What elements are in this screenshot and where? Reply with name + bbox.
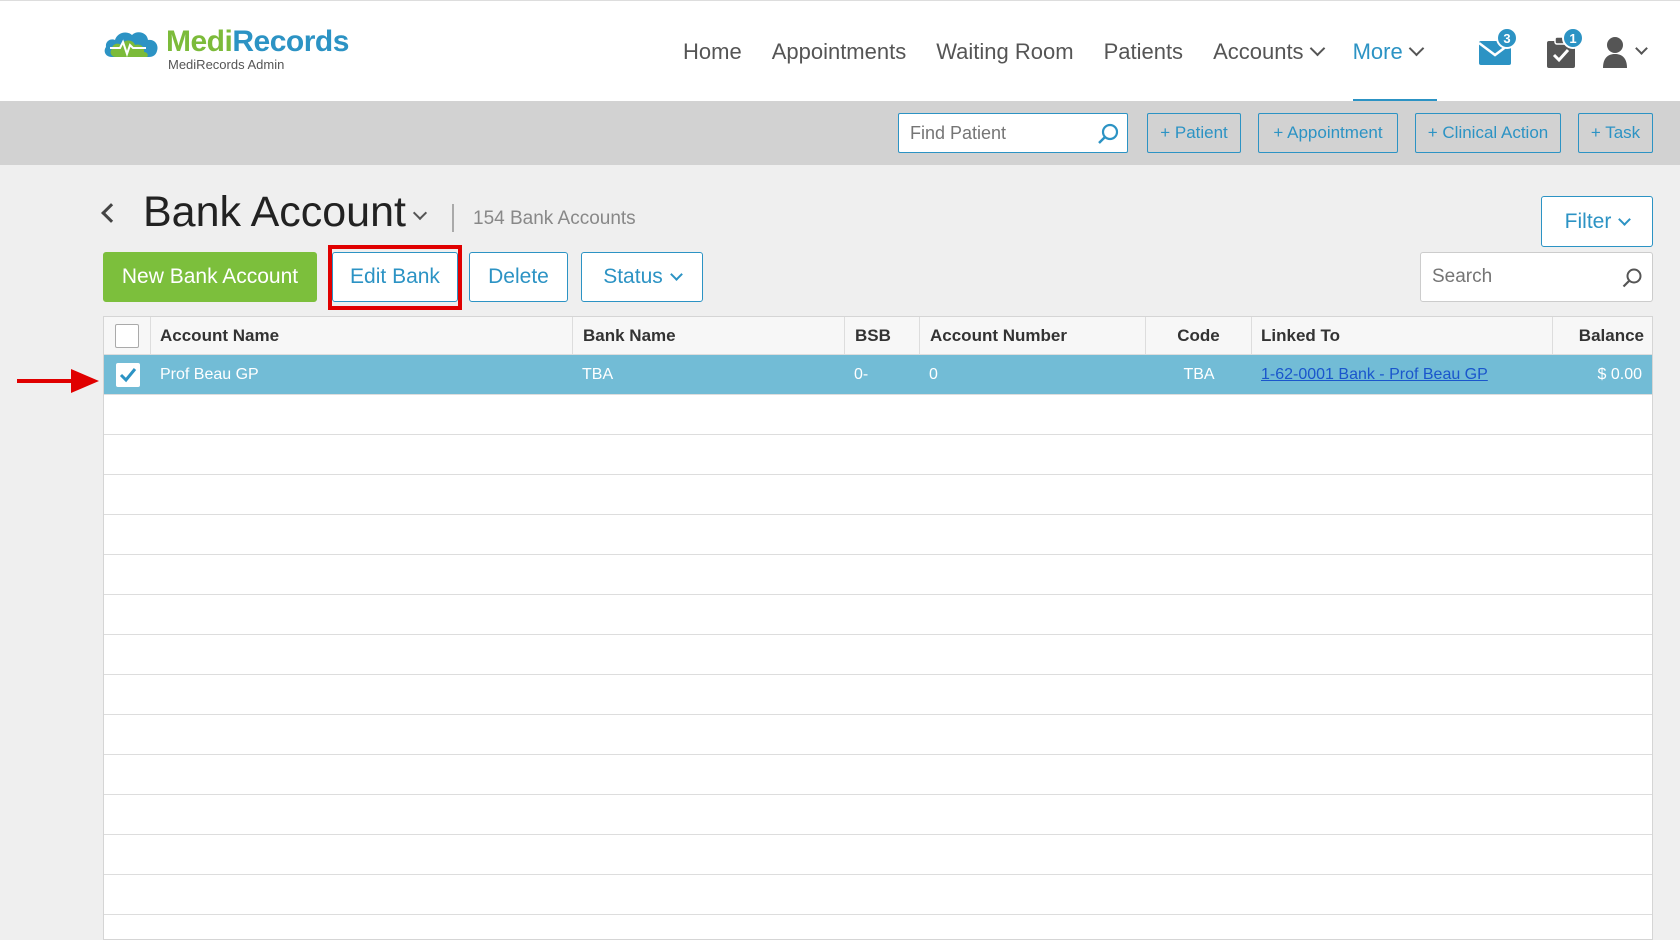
cell-bsb: 0-: [854, 365, 869, 383]
tasks-button[interactable]: 1: [1528, 1, 1594, 102]
filter-button[interactable]: Filter: [1541, 196, 1653, 247]
nav-more[interactable]: More: [1338, 1, 1437, 102]
nav-accounts[interactable]: Accounts: [1198, 1, 1338, 102]
status-label: Status: [603, 265, 663, 288]
column-header-account-number[interactable]: Account Number: [920, 317, 1146, 355]
brand-name: MediRecords: [166, 25, 349, 58]
find-patient-field[interactable]: [898, 113, 1128, 153]
add-clinical-action-button[interactable]: + Clinical Action: [1415, 113, 1561, 153]
top-navigation-bar: MediRecords MediRecords Admin Home Appoi…: [0, 0, 1680, 102]
column-header-bank-name[interactable]: Bank Name: [573, 317, 845, 355]
add-patient-button[interactable]: + Patient: [1147, 113, 1241, 153]
table-row: [104, 875, 1652, 915]
chevron-down-icon[interactable]: [412, 205, 428, 221]
search-icon[interactable]: [1622, 268, 1642, 288]
table-row: [104, 795, 1652, 835]
table-row: [104, 595, 1652, 635]
table-row: [104, 755, 1652, 795]
quick-action-bar: + Patient + Appointment + Clinical Actio…: [0, 101, 1680, 165]
add-appointment-button[interactable]: + Appointment: [1258, 113, 1398, 153]
chevron-down-icon: [669, 268, 683, 281]
add-task-button[interactable]: + Task: [1578, 113, 1653, 153]
table-row: [104, 515, 1652, 555]
record-count: 154 Bank Accounts: [473, 208, 636, 229]
chevron-down-icon: [1618, 212, 1632, 226]
linked-account-link[interactable]: 1-62-0001 Bank - Prof Beau GP: [1261, 366, 1488, 384]
edit-bank-button[interactable]: Edit Bank: [332, 252, 458, 302]
page-title[interactable]: Bank Account: [143, 188, 406, 237]
row-checkbox-cell: [104, 355, 151, 394]
table-header: Account Name Bank Name BSB Account Numbe…: [104, 317, 1652, 355]
checkmark-icon: [119, 367, 136, 382]
table-row: [104, 715, 1652, 755]
nav-appointments[interactable]: Appointments: [757, 1, 922, 102]
filter-label: Filter: [1564, 209, 1612, 233]
column-header-code[interactable]: Code: [1146, 317, 1252, 355]
table-row: [104, 395, 1652, 435]
column-header-account-name[interactable]: Account Name: [151, 317, 573, 355]
table-row: [104, 675, 1652, 715]
cell-account-number: 0: [929, 365, 938, 383]
search-icon[interactable]: [1097, 123, 1119, 145]
select-all-checkbox[interactable]: [115, 324, 139, 348]
cell-account-name: Prof Beau GP: [160, 365, 259, 383]
chevron-down-icon: [1408, 40, 1424, 57]
column-header-balance[interactable]: Balance: [1553, 317, 1652, 355]
brand-subtitle: MediRecords Admin: [168, 57, 285, 72]
search-input[interactable]: [1421, 253, 1611, 301]
nav-home[interactable]: Home: [668, 1, 757, 102]
cell-bank-name: TBA: [582, 365, 614, 383]
column-header-bsb[interactable]: BSB: [845, 317, 920, 355]
table-row: [104, 635, 1652, 675]
cell-linked-to: 1-62-0001 Bank - Prof Beau GP: [1261, 355, 1488, 394]
back-arrow-icon[interactable]: [101, 203, 121, 223]
chevron-down-icon: [1635, 42, 1648, 55]
new-bank-account-button[interactable]: New Bank Account: [103, 252, 317, 302]
divider: [452, 204, 454, 232]
search-field[interactable]: [1420, 252, 1653, 302]
nav-waiting-room[interactable]: Waiting Room: [921, 1, 1088, 102]
red-arrow-icon: [17, 369, 99, 393]
messages-count-badge: 3: [1496, 27, 1518, 49]
table-row: [104, 435, 1652, 475]
chevron-down-icon: [1309, 40, 1325, 57]
bank-accounts-table: Account Name Bank Name BSB Account Numbe…: [103, 316, 1653, 940]
table-row: [104, 475, 1652, 515]
find-patient-input[interactable]: [899, 114, 1089, 152]
delete-button[interactable]: Delete: [469, 252, 568, 302]
select-all-cell: [104, 317, 151, 355]
cell-balance: $ 0.00: [1597, 365, 1642, 383]
messages-button[interactable]: 3: [1462, 1, 1528, 102]
main-nav: Home Appointments Waiting Room Patients …: [668, 1, 1437, 102]
column-header-linked-to[interactable]: Linked To: [1252, 317, 1553, 355]
table-row[interactable]: Prof Beau GP TBA 0- 0 TBA 1-62-0001 Bank…: [104, 355, 1652, 395]
tasks-count-badge: 1: [1562, 27, 1584, 49]
table-row: [104, 555, 1652, 595]
table-row: [104, 835, 1652, 875]
row-checkbox[interactable]: [115, 362, 140, 387]
cell-code: TBA: [1183, 365, 1215, 383]
cloud-heartbeat-icon: [104, 32, 158, 58]
user-menu-button[interactable]: [1594, 1, 1654, 102]
nav-patients[interactable]: Patients: [1089, 1, 1199, 102]
user-icon: [1603, 36, 1627, 68]
status-dropdown[interactable]: Status: [581, 252, 703, 302]
app-logo[interactable]: MediRecords MediRecords Admin: [102, 27, 349, 71]
